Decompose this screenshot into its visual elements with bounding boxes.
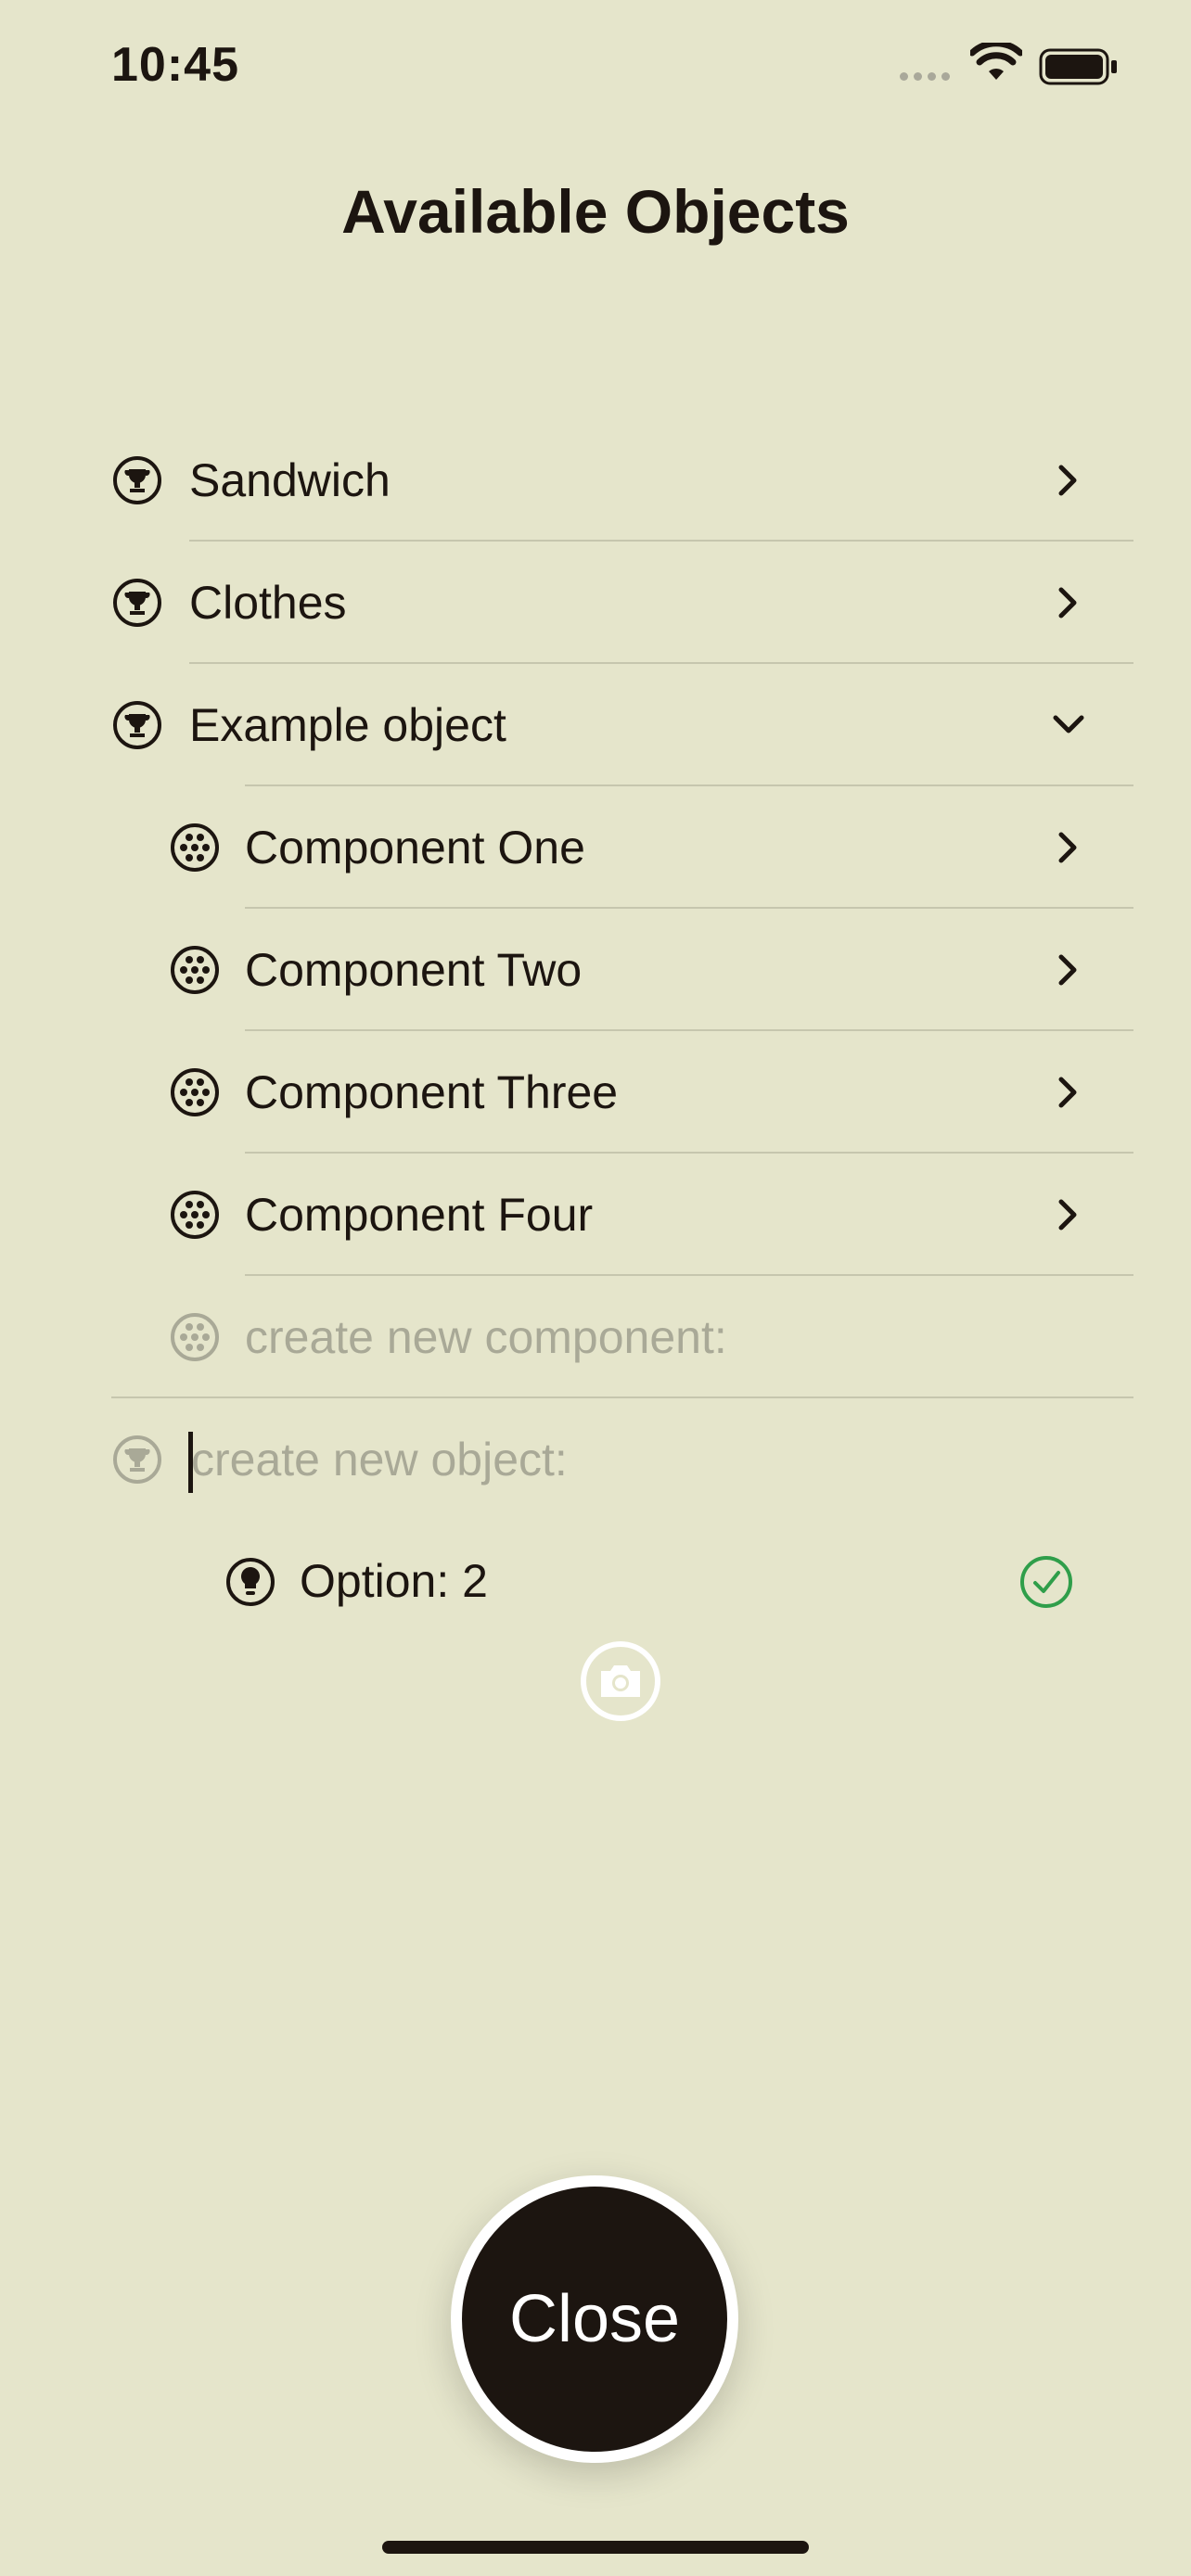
component-row-two[interactable]: Component Two — [0, 909, 1191, 1031]
new-object-input[interactable]: create new object: — [191, 1398, 568, 1521]
trophy-icon — [113, 579, 161, 627]
dots-grid-icon — [171, 823, 219, 872]
camera-icon[interactable] — [579, 1639, 662, 1723]
status-time: 10:45 — [111, 38, 239, 92]
chevron-right-icon — [1058, 832, 1077, 863]
object-label: Clothes — [189, 577, 347, 629]
chevron-down-icon — [1053, 715, 1084, 733]
component-label: Component Two — [245, 944, 583, 996]
cellular-signal-icon — [900, 72, 950, 81]
chevron-right-icon — [1058, 465, 1077, 496]
chevron-right-icon — [1058, 587, 1077, 618]
dots-grid-icon — [171, 946, 219, 994]
object-row-sandwich[interactable]: Sandwich — [0, 419, 1191, 542]
battery-icon — [1039, 48, 1117, 85]
trophy-icon — [113, 1435, 161, 1484]
option-row[interactable]: Option: 2 — [0, 1521, 1191, 1641]
option-label: Option: 2 — [300, 1555, 488, 1607]
close-button[interactable]: Close — [451, 2175, 738, 2463]
object-row-clothes[interactable]: Clothes — [0, 542, 1191, 664]
component-label: Component Four — [245, 1189, 594, 1241]
chevron-right-icon — [1058, 1199, 1077, 1231]
object-label: Example object — [189, 699, 506, 751]
checkmark-circle-icon[interactable] — [1018, 1554, 1074, 1610]
component-label: Component One — [245, 822, 585, 874]
new-component-input[interactable]: create new component: — [245, 1276, 727, 1398]
component-label: Component Three — [245, 1066, 619, 1118]
object-row-example-object[interactable]: Example object — [0, 664, 1191, 786]
component-row-three[interactable]: Component Three — [0, 1031, 1191, 1154]
new-object-row[interactable]: create new object: — [0, 1398, 1191, 1521]
page-title: Available Objects — [341, 177, 850, 246]
wifi-icon — [970, 43, 1022, 80]
new-component-row[interactable]: create new component: — [0, 1276, 1191, 1398]
status-bar: 10:45 — [0, 0, 1191, 139]
object-label: Sandwich — [189, 454, 391, 506]
trophy-icon — [113, 701, 161, 749]
trophy-icon — [113, 456, 161, 504]
chevron-right-icon — [1058, 954, 1077, 986]
lightbulb-icon — [226, 1558, 275, 1606]
component-row-four[interactable]: Component Four — [0, 1154, 1191, 1276]
dots-grid-icon — [171, 1191, 219, 1239]
component-row-one[interactable]: Component One — [0, 786, 1191, 909]
dots-grid-icon — [171, 1313, 219, 1361]
dots-grid-icon — [171, 1068, 219, 1116]
home-indicator — [382, 2541, 809, 2554]
chevron-right-icon — [1058, 1077, 1077, 1108]
